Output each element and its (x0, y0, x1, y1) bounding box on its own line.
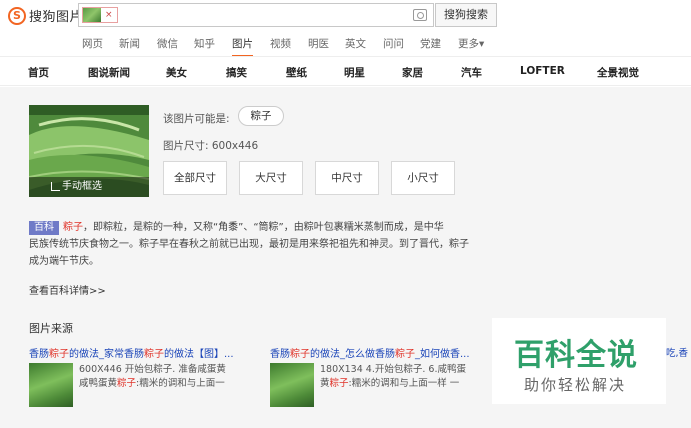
manual-crop-button[interactable]: 手动框选 (29, 177, 149, 197)
source-item-title[interactable]: 香肠粽子的做法_家常香肠粽子的做法【图】... (29, 345, 261, 360)
size-all-button[interactable]: 全部尺寸 (163, 161, 227, 195)
size-small-button[interactable]: 小尺寸 (391, 161, 455, 195)
source-item-title[interactable]: 香肠粽子的做法_怎么做香肠粽子_如何做香... (270, 345, 502, 360)
source-section-title: 图片来源 (29, 322, 73, 335)
source-item[interactable]: 香肠粽子的做法_怎么做香肠粽子_如何做香... 180X134 4.开始包粽子.… (270, 345, 502, 407)
maybe-label: 该图片可能是: (163, 113, 230, 125)
tab-web[interactable]: 网页 (82, 36, 103, 51)
source-item-thumbnail[interactable] (29, 363, 73, 407)
tab-wenwen[interactable]: 问问 (383, 36, 404, 51)
sogou-logo[interactable]: S 搜狗图片 (8, 6, 83, 25)
watermark-sub: 助你轻松解决 (524, 376, 627, 394)
baike-more-link[interactable]: 查看百科详情>> (29, 282, 106, 297)
search-button[interactable]: 搜狗搜索 (435, 3, 497, 27)
category-wallpaper[interactable]: 壁纸 (286, 65, 307, 80)
source-item-desc: 180X134 4.开始包粽子. 6.咸鸭蛋 黄粽子:糯米的调和与上面一样 一 (320, 364, 466, 389)
camera-icon[interactable] (413, 9, 427, 21)
search-input[interactable]: × (78, 3, 434, 27)
source-item-thumbnail[interactable] (270, 363, 314, 407)
sogou-logo-icon: S (8, 6, 26, 25)
tab-dangjian[interactable]: 党建 (420, 36, 441, 51)
baike-summary: 百科 粽子，即粽粒，是粽的一种，又称“角黍”、“筒粽”，由粽叶包裹糯米蒸制而成，是… (29, 219, 489, 270)
tab-english[interactable]: 英文 (345, 36, 366, 51)
source-item-desc: 600X446 开始包粽子. 准备咸蛋黄 咸鸭蛋黄粽子:糯米的调和与上面一 (79, 364, 226, 389)
category-celebrity[interactable]: 明星 (344, 65, 365, 80)
manual-crop-label: 手动框选 (62, 181, 102, 192)
baike-keyword: 粽子 (63, 222, 83, 233)
category-home[interactable]: 首页 (28, 65, 49, 80)
baike-badge: 百科 (29, 221, 59, 235)
baike-text-3: 成为端午节庆。 (29, 256, 99, 267)
category-news-pics[interactable]: 图说新闻 (88, 65, 130, 80)
tab-images[interactable]: 图片 (232, 36, 253, 57)
baike-text-1: ，即粽粒，是粽的一种，又称“角黍”、“筒粽”，由粽叶包裹糯米蒸制而成，是中华 (83, 222, 444, 233)
size-medium-button[interactable]: 中尺寸 (315, 161, 379, 195)
tab-weixin[interactable]: 微信 (157, 36, 178, 51)
crop-icon (51, 182, 60, 191)
category-home-deco[interactable]: 家居 (402, 65, 423, 80)
query-image-thumbnail (83, 8, 101, 22)
top-bar: S 搜狗图片 × 搜狗搜索 (0, 0, 691, 32)
tab-mingyi[interactable]: 明医 (308, 36, 329, 51)
source-item[interactable]: 香肠粽子的做法_家常香肠粽子的做法【图】... 600X446 开始包粽子. 准… (29, 345, 261, 407)
category-nav: 首页 图说新闻 美女 搞笑 壁纸 明星 家居 汽车 LOFTER 全景视觉 (0, 56, 691, 86)
right-source-title-cut[interactable]: 吃,香 (666, 345, 688, 359)
tab-zhihu[interactable]: 知乎 (194, 36, 215, 51)
watermark: 百科全说 助你轻松解决 (492, 318, 666, 404)
tab-more[interactable]: 更多▾ (458, 36, 484, 51)
query-image-preview[interactable]: 手动框选 (29, 105, 149, 197)
category-panorama[interactable]: 全景视觉 (597, 65, 639, 80)
category-funny[interactable]: 搞笑 (226, 65, 247, 80)
watermark-main: 百科全说 (514, 338, 638, 373)
tab-video[interactable]: 视频 (270, 36, 291, 51)
category-beauty[interactable]: 美女 (166, 65, 187, 80)
image-size-label: 图片尺寸: 600x446 (163, 140, 259, 152)
tab-news[interactable]: 新闻 (119, 36, 140, 51)
logo-text: 搜狗图片 (29, 10, 84, 25)
size-large-button[interactable]: 大尺寸 (239, 161, 303, 195)
baike-text-2: 民族传统节庆食物之一。粽子早在春秋之前就已出现，最初是用来祭祀祖先和神灵。到了晋… (29, 239, 469, 250)
query-image-chip[interactable]: × (82, 7, 118, 23)
remove-image-icon[interactable]: × (105, 10, 113, 20)
category-cars[interactable]: 汽车 (461, 65, 482, 80)
guess-tag[interactable]: 粽子 (238, 106, 284, 126)
category-lofter[interactable]: LOFTER (520, 65, 565, 77)
search-tabs: 网页 新闻 微信 知乎 图片 视频 明医 英文 问问 党建 更多▾ (0, 32, 691, 57)
